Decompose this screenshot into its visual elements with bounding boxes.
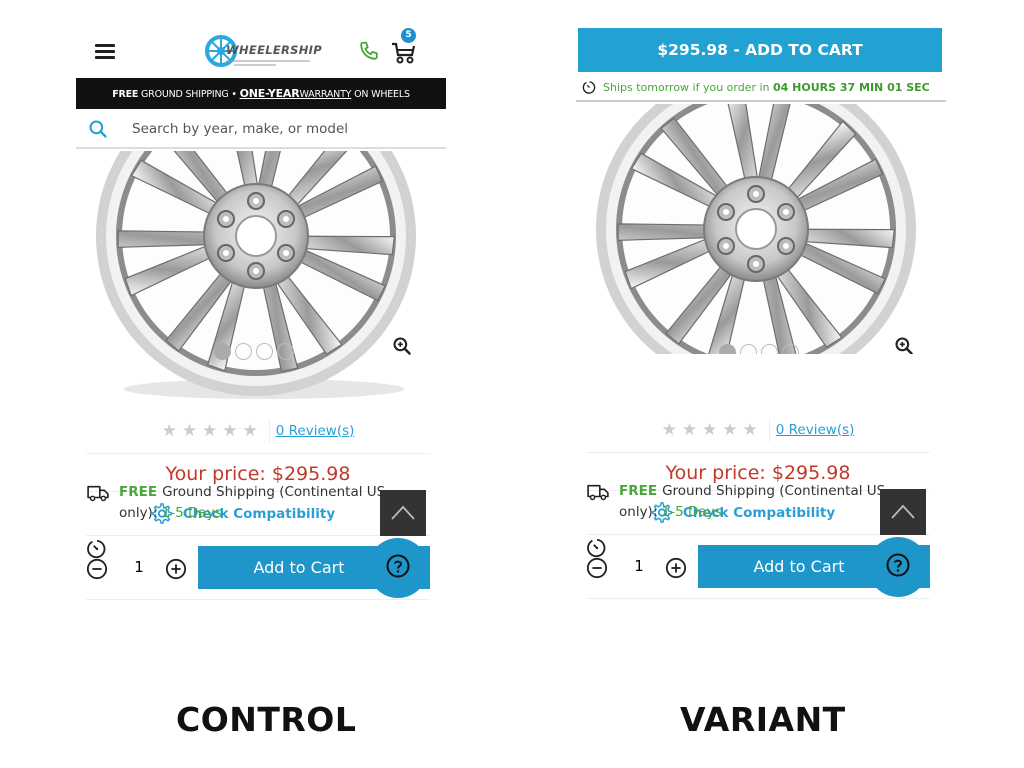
quantity-row: Add to Cart (586, 489, 930, 599)
star-rating: ★★★★★ (662, 417, 770, 442)
site-header: WHEELERSHIP 5 (76, 20, 446, 78)
rating-row: ★★★★★ 0 Review(s) (586, 407, 930, 453)
variant-panel: $295.98 - ADD TO CART Ships tomorrow if … (576, 20, 946, 692)
product-info: ★★★★★ 0 Review(s) Your price: $295.98 Ch… (86, 408, 430, 600)
zoom-in-icon[interactable] (392, 336, 412, 356)
ship-countdown-timer: 04 HOURS 37 MIN 01 SEC (773, 81, 930, 94)
control-panel: WHEELERSHIP 5 FREE GROUND SHIPPING • ONE… (76, 20, 446, 692)
gallery-dot-1[interactable] (214, 343, 231, 360)
shipping-info: FREE Ground Shipping (Continental US only… (86, 482, 406, 559)
control-caption: CONTROL (176, 700, 357, 739)
quantity-input[interactable] (632, 557, 646, 575)
promo-on-wheels: ON WHEELS (351, 89, 410, 100)
sticky-add-to-cart-button[interactable]: $295.98 - ADD TO CART (578, 28, 942, 72)
ship-countdown-text: Ships tomorrow if you order in (603, 81, 774, 94)
reviews-link[interactable]: 0 Review(s) (770, 422, 855, 438)
shipping-info: FREE Ground Shipping (Continental US only… (586, 481, 906, 558)
search-bar (76, 109, 446, 149)
shipping-text: Ground Shipping (Continental US only): (119, 484, 386, 521)
quantity-increase-button[interactable] (165, 558, 187, 580)
truck-icon (587, 484, 609, 501)
shipping-free-label: FREE (619, 483, 658, 499)
gallery-dot-3[interactable] (256, 343, 273, 360)
zoom-in-icon[interactable] (894, 336, 914, 354)
wheel-product-image (96, 151, 416, 399)
question-icon (886, 553, 910, 577)
help-button[interactable] (368, 538, 428, 598)
quantity-input[interactable] (132, 558, 146, 576)
gallery-dot-3[interactable] (761, 344, 778, 354)
quantity-row: Add to Cart (86, 490, 430, 600)
logo-speed-lines (226, 60, 310, 66)
cart-count-badge: 5 (401, 28, 416, 43)
quantity-decrease-button[interactable] (86, 558, 108, 580)
cart-button[interactable]: 5 (390, 28, 416, 64)
promo-free: FREE (112, 89, 139, 100)
promo-ground-shipping: GROUND SHIPPING • (138, 89, 240, 100)
quantity-increase-button[interactable] (665, 557, 687, 579)
promo-bar: FREE GROUND SHIPPING • ONE-YEARWARRANTY … (76, 78, 446, 109)
shipping-days: 1-5 Days (661, 504, 722, 520)
search-input[interactable] (132, 117, 422, 141)
gallery-dot-4[interactable] (277, 343, 294, 360)
timer-icon (582, 80, 596, 94)
gallery-dots (719, 344, 799, 354)
shipping-text: Ground Shipping (Continental US only): (619, 483, 886, 520)
gallery-dot-4[interactable] (782, 344, 799, 354)
gallery-dot-2[interactable] (235, 343, 252, 360)
question-icon (386, 554, 410, 578)
help-button[interactable] (868, 537, 928, 597)
logo[interactable]: WHEELERSHIP (204, 33, 322, 69)
quantity-decrease-button[interactable] (586, 557, 608, 579)
timer-icon (587, 538, 606, 558)
gallery-dot-1[interactable] (719, 344, 736, 354)
promo-one-year[interactable]: ONE-YEAR (240, 87, 300, 100)
shipping-days: 1-5 Days (161, 505, 222, 521)
truck-icon (87, 485, 109, 502)
reviews-link[interactable]: 0 Review(s) (270, 423, 355, 439)
hamburger-icon[interactable] (95, 44, 115, 59)
shipping-free-label: FREE (119, 484, 158, 500)
gallery-dots (214, 343, 294, 360)
product-info: ★★★★★ 0 Review(s) Your price: $295.98 Ch… (586, 407, 930, 599)
product-image-gallery[interactable] (76, 151, 446, 401)
search-icon[interactable] (88, 119, 108, 139)
gallery-dot-2[interactable] (740, 344, 757, 354)
star-rating: ★★★★★ (162, 418, 270, 443)
logo-text: WHEELERSHIP (226, 43, 322, 57)
promo-warranty-link[interactable]: WARRANTY (299, 89, 351, 100)
timer-icon (87, 539, 106, 559)
variant-caption: VARIANT (680, 700, 846, 739)
product-image-gallery[interactable] (576, 104, 946, 354)
phone-icon[interactable] (358, 40, 380, 62)
rating-row: ★★★★★ 0 Review(s) (86, 408, 430, 454)
wheel-product-image (596, 104, 916, 354)
ship-countdown-bar: Ships tomorrow if you order in 04 HOURS … (576, 74, 946, 102)
